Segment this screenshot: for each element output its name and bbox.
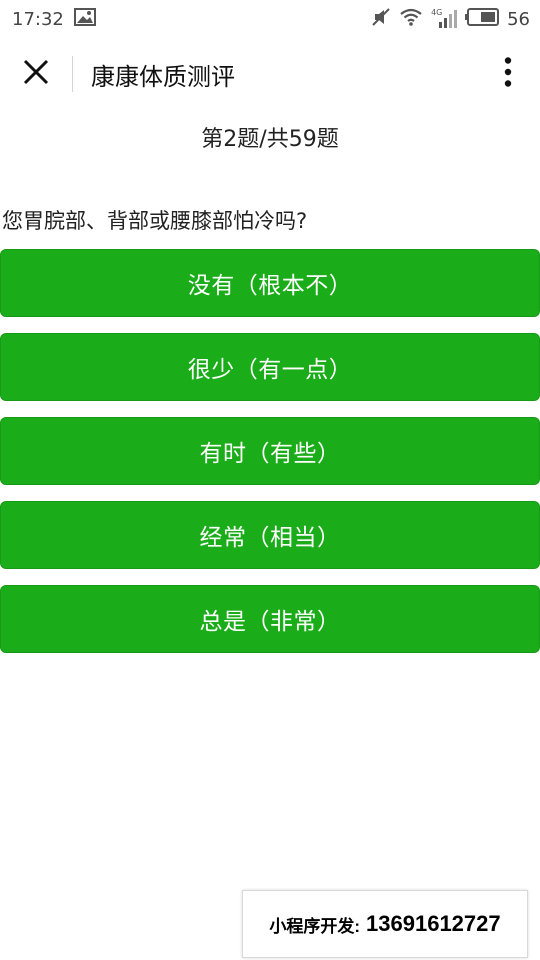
option-button-never[interactable]: 没有（根本不）: [0, 249, 540, 317]
nav-bar: 康康体质测评: [0, 38, 540, 110]
question-counter: 第2题/共59题: [201, 127, 339, 152]
close-button[interactable]: [0, 38, 72, 110]
developer-phone: 13691612727: [366, 911, 501, 936]
more-vertical-icon: [504, 57, 512, 91]
developer-label: 小程序开发:: [269, 916, 361, 936]
wifi-icon: [399, 7, 423, 32]
app-root: 17:32 4G 56 康康体质测评 第2题/共59题 您胃脘部、背部或腰膝部怕…: [0, 0, 540, 960]
status-left: 17:32: [12, 7, 96, 31]
option-button-always[interactable]: 总是（非常）: [0, 585, 540, 653]
page-title: 康康体质测评: [91, 62, 235, 91]
more-button[interactable]: [476, 38, 540, 110]
option-button-sometimes[interactable]: 有时（有些）: [0, 417, 540, 485]
status-time: 17:32: [12, 8, 64, 30]
nav-divider: [72, 56, 73, 92]
status-right: 4G 56: [371, 7, 530, 32]
developer-contact-badge: 小程序开发: 13691612727: [242, 890, 528, 958]
status-bar: 17:32 4G 56: [0, 0, 540, 38]
signal-icon: 4G: [431, 8, 458, 29]
battery-icon: [465, 7, 500, 31]
battery-level: 56: [507, 8, 530, 30]
answer-options: 没有（根本不） 很少（有一点） 有时（有些） 经常（相当） 总是（非常）: [0, 249, 540, 653]
mute-icon: [371, 7, 391, 32]
option-button-rarely[interactable]: 很少（有一点）: [0, 333, 540, 401]
question-text: 您胃脘部、背部或腰膝部怕冷吗?: [2, 209, 308, 233]
option-button-often[interactable]: 经常（相当）: [0, 501, 540, 569]
image-icon: [73, 7, 96, 31]
close-icon: [23, 59, 49, 89]
